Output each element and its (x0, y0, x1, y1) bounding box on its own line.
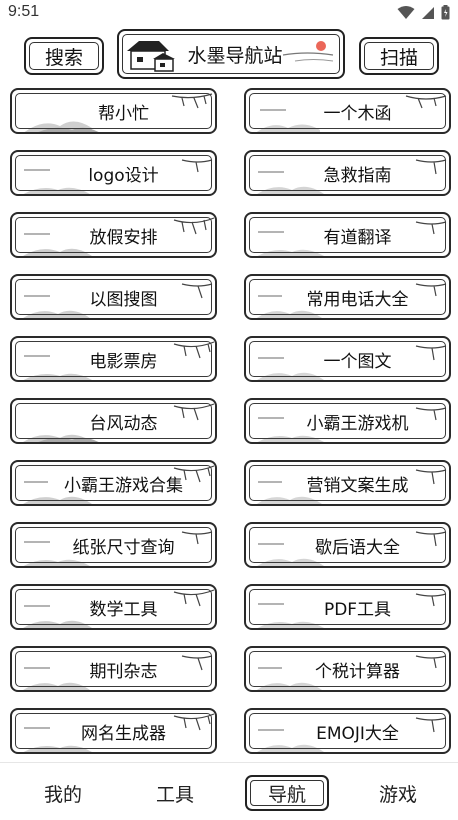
card-label: 一个木函 (323, 103, 392, 124)
card-changyongdianhua[interactable]: 常用电话大全 (244, 274, 451, 320)
wifi-icon (397, 5, 415, 19)
nav-tab-label: 工具 (155, 783, 194, 806)
card-label: 纸张尺寸查询 (72, 537, 175, 558)
card-taifengdongtai[interactable]: 台风动态 (10, 398, 217, 444)
search-button-label: 搜索 (44, 46, 83, 69)
nav-tab-games[interactable]: 游戏 (358, 775, 438, 811)
card-fangjiaanpai[interactable]: 放假安排 (10, 212, 217, 258)
battery-icon (441, 5, 450, 20)
bottom-nav: 我的 工具 导航 游戏 (0, 762, 458, 820)
nav-tab-label: 导航 (267, 783, 306, 806)
page-title: 水墨导航站 (187, 44, 283, 67)
card-emoji[interactable]: EMOJI大全 (244, 708, 451, 754)
card-label: logo设计 (88, 165, 159, 186)
scan-button[interactable]: 扫描 (359, 37, 439, 75)
card-label: 以图搜图 (89, 289, 158, 310)
card-label: 营销文案生成 (306, 475, 409, 496)
scan-button-label: 扫描 (379, 46, 418, 69)
card-shuxuegongju[interactable]: 数学工具 (10, 584, 217, 630)
card-yigemuhan[interactable]: 一个木函 (244, 88, 451, 134)
card-yigetuwen[interactable]: 一个图文 (244, 336, 451, 382)
card-label: 期刊杂志 (89, 661, 158, 682)
card-yitusoutu[interactable]: 以图搜图 (10, 274, 217, 320)
card-yingxiaowenan[interactable]: 营销文案生成 (244, 460, 451, 506)
card-label: 一个图文 (323, 351, 392, 372)
search-button[interactable]: 搜索 (24, 37, 104, 75)
card-label: 歇后语大全 (315, 537, 400, 558)
card-label: EMOJI大全 (316, 723, 399, 744)
card-label: 网名生成器 (81, 723, 166, 744)
card-logo[interactable]: logo设计 (10, 150, 217, 196)
card-wangmingshengcheng[interactable]: 网名生成器 (10, 708, 217, 754)
card-label: 急救指南 (323, 165, 392, 186)
card-xiehouyu[interactable]: 歇后语大全 (244, 522, 451, 568)
card-zhizhangchicun[interactable]: 纸张尺寸查询 (10, 522, 217, 568)
card-label: 放假安排 (89, 227, 158, 248)
card-label: 有道翻译 (323, 227, 392, 248)
card-bangxiaomang[interactable]: 帮小忙 (10, 88, 217, 134)
house-icon (127, 41, 175, 72)
card-label: 小霸王游戏机 (306, 413, 409, 434)
nav-tab-label: 游戏 (378, 783, 417, 806)
nav-tab-label: 我的 (43, 783, 82, 806)
sun-stroke-icon (282, 41, 334, 62)
card-label: 电影票房 (89, 351, 158, 372)
card-pdfgongju[interactable]: PDF工具 (244, 584, 451, 630)
card-label: 小霸王游戏合集 (64, 475, 183, 496)
signal-icon (422, 6, 434, 19)
card-label: 常用电话大全 (306, 289, 409, 310)
card-geshuijisuanqi[interactable]: 个税计算器 (244, 646, 451, 692)
card-dianyingpiaofang[interactable]: 电影票房 (10, 336, 217, 382)
title-banner: 水墨导航站 (117, 29, 345, 79)
card-label: PDF工具 (323, 599, 392, 620)
status-time: 9:51 (8, 3, 40, 20)
card-label: 个税计算器 (315, 661, 400, 682)
status-bar: 9:51 (0, 0, 458, 26)
card-youdaofanyi[interactable]: 有道翻译 (244, 212, 451, 258)
card-label: 台风动态 (89, 413, 158, 434)
card-label: 数学工具 (89, 599, 158, 620)
card-xiaobawangyouxiji[interactable]: 小霸王游戏机 (244, 398, 451, 444)
nav-tab-tools[interactable]: 工具 (135, 775, 215, 811)
nav-tab-navigation[interactable]: 导航 (245, 775, 329, 811)
status-icons (397, 5, 450, 20)
card-qikanzazhi[interactable]: 期刊杂志 (10, 646, 217, 692)
card-jijiuzhinan[interactable]: 急救指南 (244, 150, 451, 196)
header: 搜索 水墨导航站 扫描 (0, 28, 458, 82)
nav-tab-mine[interactable]: 我的 (23, 775, 103, 811)
card-xiaobawangheji[interactable]: 小霸王游戏合集 (10, 460, 217, 506)
card-label: 帮小忙 (98, 103, 149, 124)
